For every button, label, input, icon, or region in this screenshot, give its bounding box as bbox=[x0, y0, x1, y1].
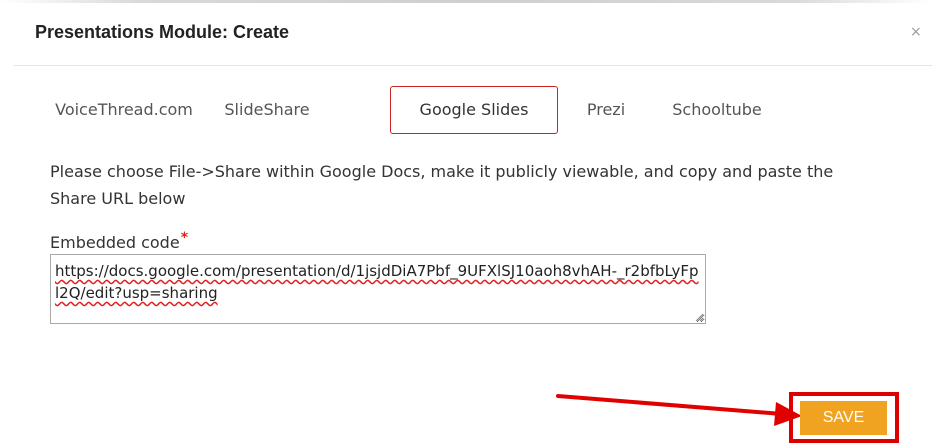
tab-voicethread[interactable]: VoiceThread.com bbox=[54, 86, 194, 134]
save-button[interactable]: SAVE bbox=[800, 401, 887, 435]
embedded-code-label-text: Embedded code bbox=[50, 233, 180, 252]
required-marker: * bbox=[180, 230, 189, 246]
dialog-header: Presentations Module: Create × bbox=[14, 4, 932, 66]
provider-tabs: VoiceThread.com SlideShare Google Slides… bbox=[44, 86, 864, 134]
embedded-code-input[interactable]: https://docs.google.com/presentation/d/1… bbox=[50, 254, 706, 324]
instructions-text: Please choose File->Share within Google … bbox=[50, 162, 834, 208]
embedded-code-label: Embedded code* bbox=[50, 230, 188, 252]
tab-prezi[interactable]: Prezi bbox=[576, 86, 636, 134]
tab-slideshare[interactable]: SlideShare bbox=[212, 86, 322, 134]
tab-google-slides[interactable]: Google Slides bbox=[390, 86, 558, 134]
close-icon[interactable]: × bbox=[910, 24, 922, 40]
red-arrow-annotation bbox=[556, 394, 802, 426]
resize-grip-icon[interactable] bbox=[694, 312, 704, 322]
tab-schooltube[interactable]: Schooltube bbox=[652, 86, 782, 134]
dialog-title: Presentations Module: Create bbox=[35, 22, 290, 42]
page-top-border bbox=[0, 0, 932, 3]
create-presentation-dialog: Presentations Module: Create × bbox=[14, 4, 932, 446]
